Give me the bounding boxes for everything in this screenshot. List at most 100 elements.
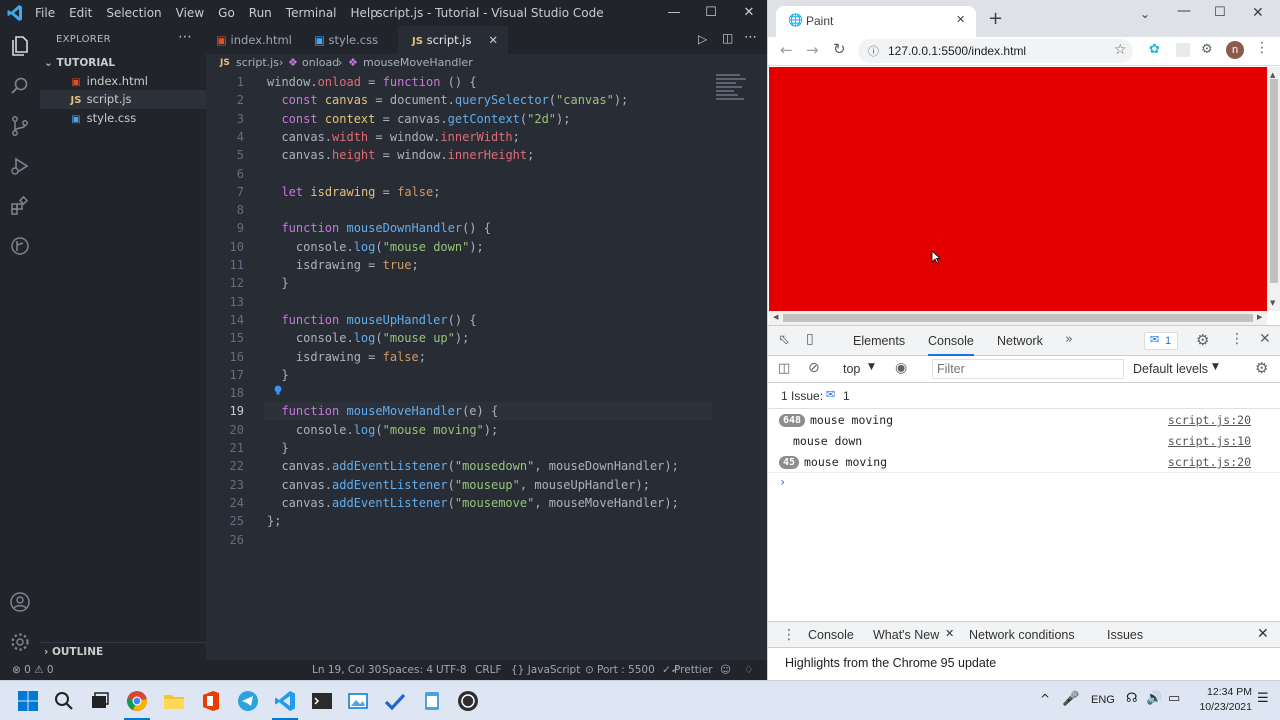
paint-canvas[interactable]	[769, 67, 1267, 311]
vertical-scrollbar[interactable]: ▲ ▼	[1267, 67, 1280, 311]
close-tab-icon[interactable]: ✕	[488, 26, 498, 54]
code-editor[interactable]: 1 window.onload = function () {2 const ca…	[206, 72, 767, 660]
scroll-thumb[interactable]	[783, 314, 1253, 322]
breadcrumb-function[interactable]: mouseMoveHandler	[363, 54, 473, 72]
drawer-tab-whats-new[interactable]: What's New	[873, 620, 939, 650]
info-icon[interactable]: ⓘ	[868, 43, 879, 59]
encoding[interactable]: UTF-8	[436, 660, 467, 680]
language-mode[interactable]: {} JavaScript	[511, 660, 580, 680]
search-icon[interactable]	[8, 74, 32, 98]
maximize-icon[interactable]: ☐	[693, 0, 729, 26]
tab-style-css[interactable]: ▣ style.css	[302, 26, 398, 54]
chevron-up-icon[interactable]: ^	[1040, 692, 1050, 706]
close-tab-icon[interactable]: ✕	[956, 13, 965, 26]
console-prompt[interactable]: ›	[768, 475, 1280, 493]
language-indicator[interactable]: ENG	[1091, 694, 1115, 706]
code-line[interactable]: }	[267, 366, 288, 384]
search-icon[interactable]	[52, 689, 76, 713]
minimize-icon[interactable]: —	[1177, 3, 1191, 19]
code-line[interactable]: function mouseUpHandler() {	[267, 311, 476, 329]
office-icon[interactable]	[199, 689, 223, 713]
more-tabs-icon[interactable]: »	[1065, 332, 1073, 347]
tab-elements[interactable]: Elements	[853, 326, 905, 356]
customize-menu-icon[interactable]: ⋮	[1230, 331, 1244, 347]
code-line[interactable]: let isdrawing = false;	[267, 183, 440, 201]
browser-tab[interactable]: 🌐 Paint ✕	[776, 6, 976, 37]
cursor-position[interactable]: Ln 19, Col 30	[312, 660, 381, 680]
code-line[interactable]: canvas.addEventListener("mousemove", mou…	[267, 494, 678, 512]
file-script-js[interactable]: JS script.js	[40, 90, 206, 109]
bell-icon[interactable]: ♢	[744, 660, 753, 680]
extensions-icon[interactable]	[8, 194, 32, 218]
horizontal-scrollbar[interactable]: ◀ ▶	[769, 311, 1267, 325]
forward-icon[interactable]: →	[806, 41, 819, 59]
prettier-status[interactable]: Prettier	[674, 660, 713, 680]
code-line[interactable]: function mouseDownHandler() {	[267, 219, 491, 237]
scroll-left-icon[interactable]: ◀	[773, 313, 778, 321]
context-selector[interactable]: top	[843, 362, 860, 376]
menu-run[interactable]: Run	[242, 0, 279, 26]
clock-time[interactable]: 12:34 PM	[1190, 686, 1252, 698]
code-line[interactable]: isdrawing = false;	[267, 348, 426, 366]
windows-start-icon[interactable]	[16, 689, 40, 713]
bookmark-star-icon[interactable]: ☆	[1114, 42, 1127, 58]
lightbulb-icon[interactable]	[273, 384, 283, 395]
close-window-icon[interactable]: ✕	[1252, 5, 1264, 21]
eye-icon[interactable]: ◉	[895, 360, 907, 376]
minimize-icon[interactable]: —	[656, 0, 692, 26]
scroll-down-icon[interactable]: ▼	[1270, 299, 1275, 307]
folder-tutorial[interactable]: ⌄ TUTORIAL	[40, 54, 206, 73]
drawer-menu-icon[interactable]: ⋮	[782, 627, 796, 643]
url-text[interactable]: 127.0.0.1:5500/index.html	[888, 44, 1026, 58]
code-line[interactable]: canvas.addEventListener("mouseup", mouse…	[267, 476, 650, 494]
close-tab-icon[interactable]: ✕	[945, 627, 954, 640]
file-explorer-icon[interactable]	[162, 689, 186, 713]
code-line[interactable]: }	[267, 439, 288, 457]
menu-go[interactable]: Go	[211, 0, 242, 26]
tab-index-html[interactable]: ▣ index.html	[206, 26, 302, 54]
more-actions-icon[interactable]: ⋯	[744, 30, 757, 45]
sidebar-toggle-icon[interactable]: ◫	[778, 361, 790, 376]
source-control-icon[interactable]	[8, 114, 32, 138]
breadcrumb-onload[interactable]: onload	[302, 54, 339, 72]
breadcrumb-file[interactable]: script.js	[236, 54, 279, 72]
menu-help[interactable]: Help	[344, 0, 385, 26]
split-editor-icon[interactable]: ◫	[722, 31, 733, 45]
todo-icon[interactable]	[383, 689, 407, 713]
file-index-html[interactable]: ▣ index.html	[40, 72, 206, 91]
clear-console-icon[interactable]: ⊘	[808, 360, 820, 376]
drawer-tab-issues[interactable]: Issues	[1107, 620, 1143, 650]
code-line[interactable]: console.log("mouse down");	[267, 238, 484, 256]
tab-script-js[interactable]: JS script.js ✕	[398, 26, 508, 54]
code-line[interactable]: window.onload = function () {	[267, 73, 477, 91]
code-line[interactable]: canvas.width = window.innerWidth;	[267, 128, 519, 146]
files-icon[interactable]	[8, 34, 32, 58]
log-levels-dropdown[interactable]: Default levels	[1133, 362, 1208, 376]
volume-icon[interactable]: 🔊	[1146, 691, 1162, 706]
extension-icon[interactable]: ✿	[1149, 42, 1160, 57]
extension-icon[interactable]	[1176, 43, 1190, 57]
code-line[interactable]: };	[267, 512, 281, 530]
menu-terminal[interactable]: Terminal	[279, 0, 344, 26]
console-settings-icon[interactable]: ⚙	[1255, 359, 1268, 377]
menu-edit[interactable]: Edit	[62, 0, 99, 26]
terminal-icon[interactable]	[310, 689, 334, 713]
source-link[interactable]: script.js:10	[1168, 434, 1251, 448]
scroll-right-icon[interactable]: ▶	[1257, 313, 1262, 321]
code-line[interactable]: canvas.addEventListener("mousedown", mou…	[267, 457, 678, 475]
extensions-puzzle-icon[interactable]: ⚙	[1201, 42, 1213, 57]
vscode-taskbar-icon[interactable]	[273, 689, 297, 713]
menu-kebab-icon[interactable]: ⋮	[1255, 40, 1269, 56]
run-debug-icon[interactable]	[8, 154, 32, 178]
settings-gear-icon[interactable]: ⚙	[1196, 331, 1209, 349]
back-icon[interactable]: ←	[780, 41, 793, 59]
address-bar[interactable]: ⓘ 127.0.0.1:5500/index.html ☆	[858, 39, 1133, 63]
drawer-tab-console[interactable]: Console	[808, 620, 854, 650]
menu-selection[interactable]: Selection	[99, 0, 168, 26]
photos-icon[interactable]	[346, 689, 370, 713]
notepad-icon[interactable]	[420, 689, 444, 713]
settings-gear-icon[interactable]	[8, 630, 32, 654]
code-line[interactable]: isdrawing = true;	[267, 256, 419, 274]
outline-section[interactable]: › OUTLINE	[40, 642, 206, 661]
scroll-up-icon[interactable]: ▲	[1270, 71, 1275, 79]
